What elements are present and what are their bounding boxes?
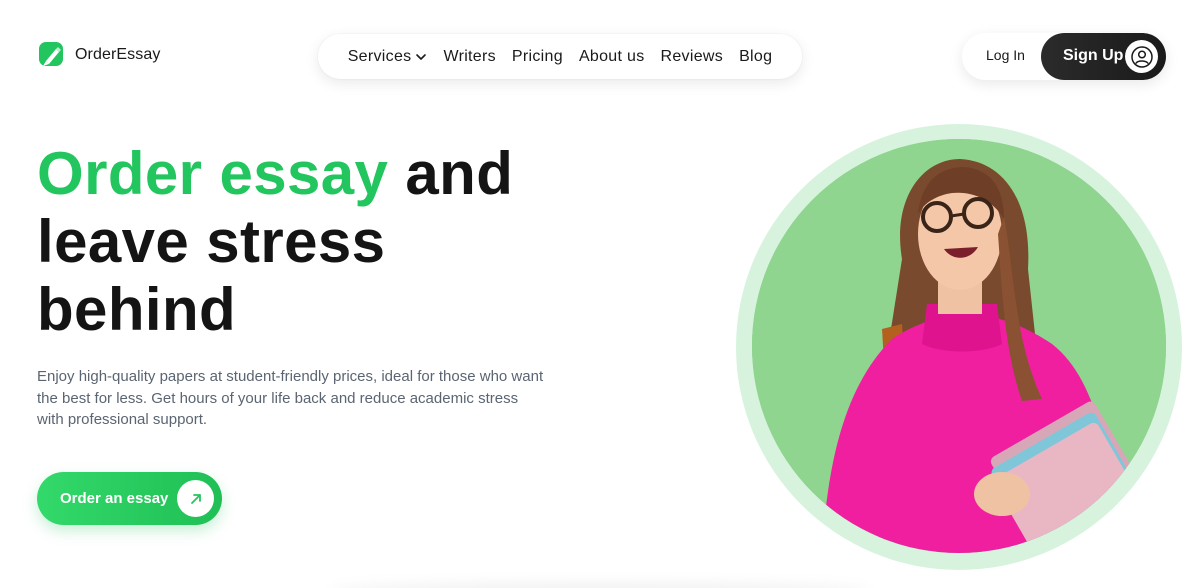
arrow-up-right-icon — [177, 480, 214, 517]
user-icon — [1125, 40, 1158, 73]
brand-name: OrderEssay — [75, 46, 161, 63]
headline-part-2: leave stress — [37, 208, 386, 275]
pen-logo-icon — [39, 42, 63, 66]
chevron-down-icon — [416, 54, 427, 60]
login-button[interactable]: Log In — [986, 47, 1025, 63]
headline-part-1: and — [388, 140, 514, 207]
nav-about-us[interactable]: About us — [579, 48, 645, 66]
headline-part-3: behind — [37, 276, 237, 343]
nav-pricing[interactable]: Pricing — [512, 48, 563, 66]
nav-blog[interactable]: Blog — [739, 48, 772, 66]
logo[interactable]: OrderEssay — [37, 40, 160, 70]
section-divider-shadow — [330, 582, 870, 588]
hero-headline: Order essay and leave stress behind — [37, 140, 597, 344]
student-illustration — [752, 139, 1166, 553]
nav-writers[interactable]: Writers — [443, 48, 495, 66]
hero-subtitle: Enjoy high-quality papers at student-fri… — [37, 368, 544, 428]
nav-reviews[interactable]: Reviews — [661, 48, 724, 66]
order-essay-label: Order an essay — [60, 490, 169, 507]
signup-label: Sign Up — [1063, 47, 1124, 64]
auth-group: Log In Sign Up — [962, 33, 1166, 80]
signup-button[interactable]: Sign Up — [1041, 33, 1166, 80]
hero-image — [752, 139, 1166, 553]
headline-highlight: Order essay — [37, 140, 389, 207]
nav-services[interactable]: Services — [348, 48, 428, 66]
nav-services-label: Services — [347, 47, 412, 65]
main-nav: Services Writers Pricing About us Review… — [318, 34, 802, 79]
order-essay-button[interactable]: Order an essay — [37, 472, 222, 525]
